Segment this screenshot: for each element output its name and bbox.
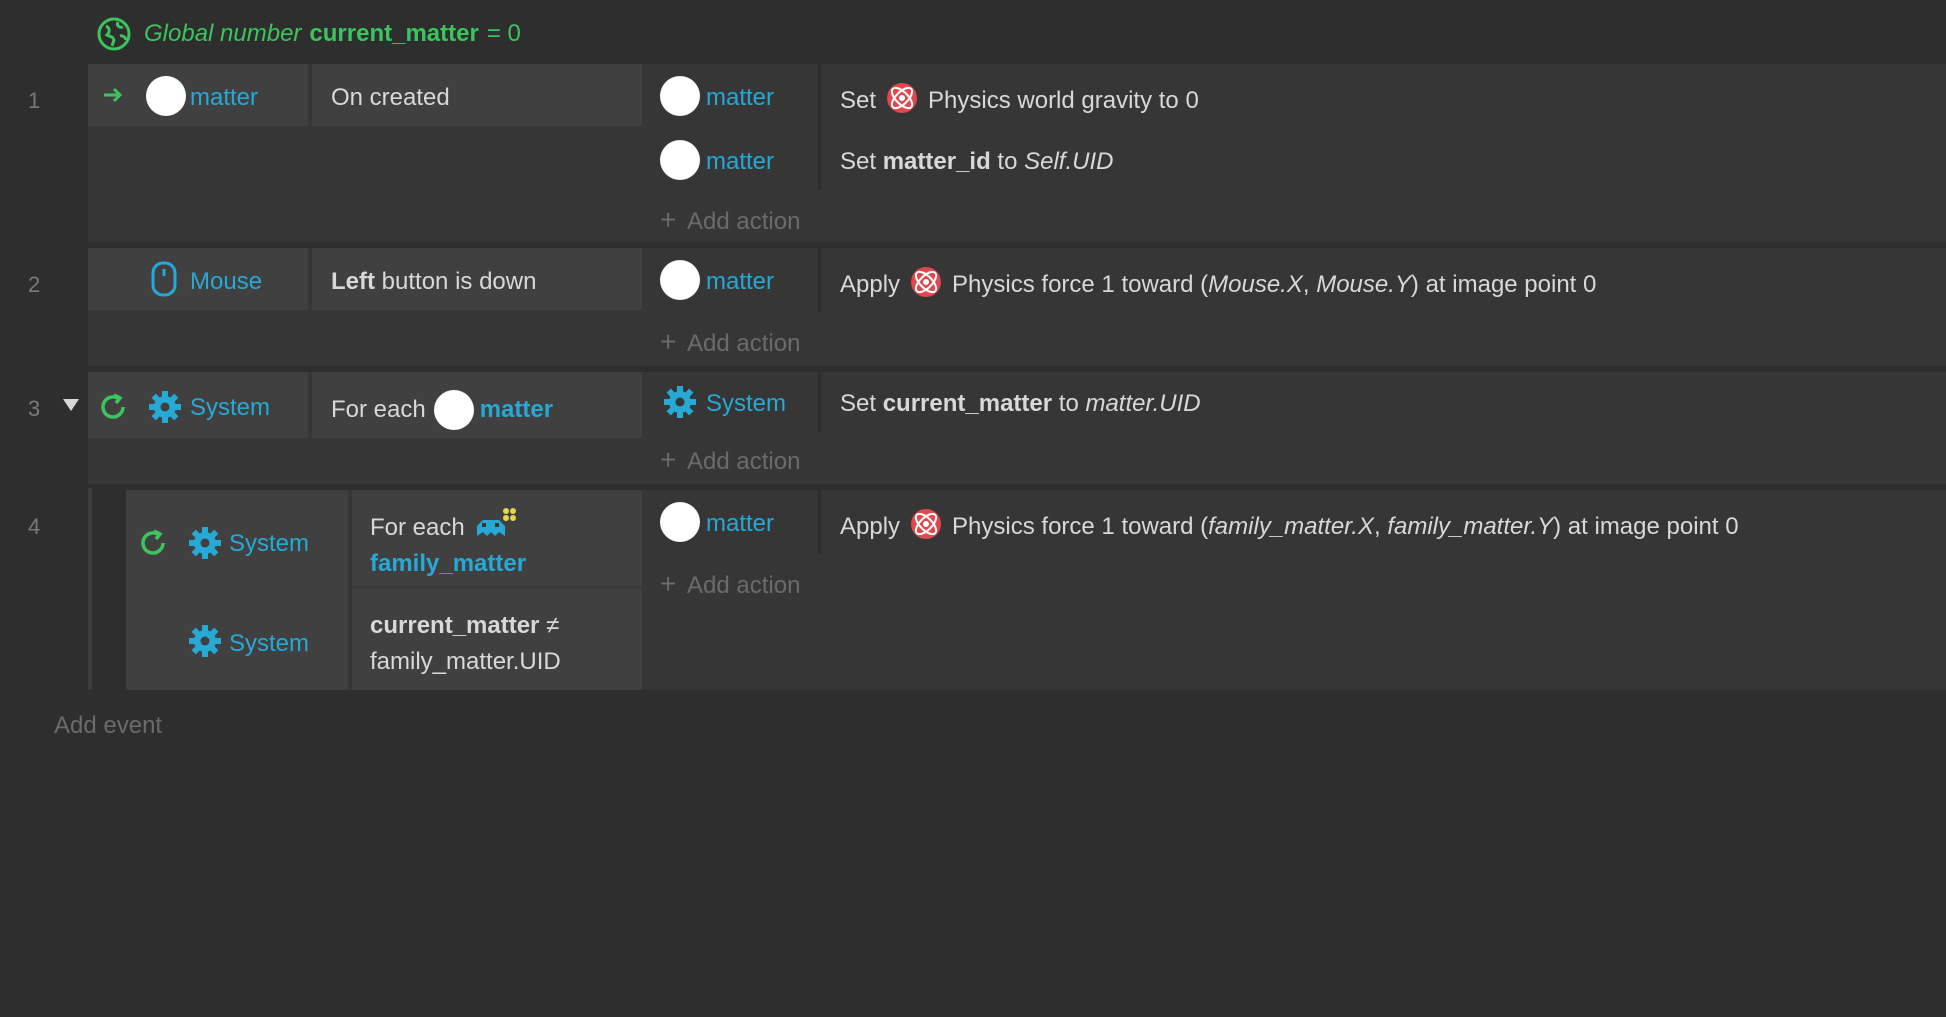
action-x-expression: family_matter.X — [1208, 513, 1374, 540]
condition-text: button is down — [381, 268, 537, 295]
add-action-label: Add action — [687, 572, 801, 599]
action-row[interactable]: Set matter_id to Self.UID — [840, 148, 1113, 176]
action-y-expression: Mouse.Y — [1316, 271, 1411, 298]
action-object-name[interactable]: matter — [706, 148, 774, 176]
condition-object-name[interactable]: matter — [190, 84, 258, 112]
object-icon — [146, 76, 186, 116]
triangle-down-icon[interactable] — [62, 398, 80, 412]
global-variable-row[interactable]: Global number current_matter = 0 — [96, 14, 521, 54]
gear-icon — [149, 391, 181, 423]
physics-icon — [887, 83, 918, 113]
condition-object-name[interactable]: System — [229, 630, 309, 658]
condition-text-row[interactable]: Left button is down — [331, 268, 536, 296]
physics-icon — [911, 509, 942, 539]
action-row[interactable]: Set Physics world gravity to 0 — [840, 83, 1199, 116]
action-to: to — [997, 148, 1018, 175]
add-event-button[interactable]: Add event — [54, 712, 162, 740]
action-x-expression: Mouse.X — [1208, 271, 1303, 298]
action-to: to — [1058, 390, 1079, 417]
arrow-right-icon — [104, 87, 123, 103]
condition-operator: ≠ — [546, 612, 560, 639]
event-number: 3 — [28, 396, 41, 421]
object-icon — [660, 76, 700, 116]
action-separator — [818, 64, 821, 190]
add-action-button[interactable]: + Add action — [660, 326, 800, 358]
action-variable: matter_id — [882, 148, 991, 175]
object-icon — [660, 260, 700, 300]
action-object-name[interactable]: matter — [706, 268, 774, 296]
condition-text[interactable]: family_matter.UID — [370, 648, 561, 676]
event-number: 2 — [28, 272, 41, 297]
gear-icon — [664, 386, 696, 418]
condition-block[interactable] — [126, 490, 348, 690]
action-y-expression: family_matter.Y — [1387, 513, 1554, 540]
object-icon — [433, 390, 474, 430]
mouse-icon — [151, 261, 177, 297]
add-action-label: Add action — [687, 208, 801, 235]
condition-object-name[interactable]: System — [190, 394, 270, 422]
condition-object-name[interactable]: System — [229, 530, 309, 558]
object-icon — [660, 140, 700, 180]
plus-icon: + — [660, 444, 677, 475]
global-variable-value: = 0 — [486, 20, 521, 47]
action-separator-text: , — [1302, 271, 1317, 298]
globe-icon — [97, 17, 131, 51]
action-row[interactable]: Set current_matter to matter.UID — [840, 390, 1201, 418]
plus-icon: + — [660, 204, 677, 235]
action-expression: matter.UID — [1085, 390, 1201, 417]
condition-bold-text: Left — [331, 268, 375, 295]
action-row[interactable]: Apply Physics force 1 toward (Mouse.X, M… — [840, 267, 1597, 300]
condition-text: For each — [370, 514, 465, 541]
action-verb: Apply — [840, 513, 901, 540]
action-text: Physics world gravity to 0 — [928, 87, 1199, 114]
action-verb: Set — [840, 148, 877, 175]
event-number: 4 — [28, 514, 41, 539]
global-variable-name: current_matter — [309, 20, 479, 47]
action-text-after: ) at image point 0 — [1553, 513, 1739, 540]
global-variable-prefix: Global number — [144, 20, 302, 47]
condition-target[interactable]: family_matter — [370, 550, 526, 578]
sub-event-indent-line — [88, 488, 92, 690]
condition-target: matter — [479, 396, 554, 423]
action-object-name[interactable]: matter — [706, 84, 774, 112]
loop-icon — [101, 393, 125, 419]
object-icon — [660, 502, 700, 542]
action-text-before: Physics force 1 toward ( — [952, 271, 1209, 298]
condition-object-name[interactable]: Mouse — [190, 268, 262, 296]
action-text-after: ) at image point 0 — [1410, 271, 1597, 298]
add-action-button[interactable]: + Add action — [660, 204, 800, 236]
physics-icon — [911, 267, 942, 297]
action-object-name[interactable]: System — [706, 390, 786, 418]
condition-text: For each — [331, 396, 426, 423]
action-separator-text: , — [1373, 513, 1388, 540]
condition-text-row[interactable]: For each matter — [331, 390, 553, 430]
action-separator — [818, 248, 821, 312]
condition-text[interactable]: On created — [331, 84, 450, 112]
action-verb: Set — [840, 87, 877, 114]
action-object-name[interactable]: matter — [706, 510, 774, 538]
action-verb: Apply — [840, 271, 901, 298]
condition-bold-text: current_matter — [370, 612, 540, 639]
action-verb: Set — [840, 390, 877, 417]
add-action-button[interactable]: + Add action — [660, 444, 800, 476]
family-icon — [476, 508, 516, 536]
gear-icon — [189, 625, 221, 657]
action-row[interactable]: Apply Physics force 1 toward (family_mat… — [840, 509, 1739, 542]
plus-icon: + — [660, 326, 677, 357]
condition-text-row[interactable]: For each — [370, 508, 517, 542]
gear-icon — [189, 527, 221, 559]
add-action-label: Add action — [687, 330, 801, 357]
add-action-label: Add action — [687, 448, 801, 475]
action-variable: current_matter — [882, 390, 1053, 417]
loop-icon — [141, 529, 165, 555]
action-separator — [818, 490, 821, 554]
event-number: 1 — [28, 88, 41, 113]
condition-divider — [352, 586, 642, 589]
action-separator — [818, 372, 821, 432]
action-text-before: Physics force 1 toward ( — [952, 513, 1209, 540]
condition-text-row[interactable]: current_matter ≠ — [370, 612, 559, 640]
action-expression: Self.UID — [1024, 148, 1114, 175]
plus-icon: + — [660, 568, 677, 599]
add-action-button[interactable]: + Add action — [660, 568, 800, 600]
